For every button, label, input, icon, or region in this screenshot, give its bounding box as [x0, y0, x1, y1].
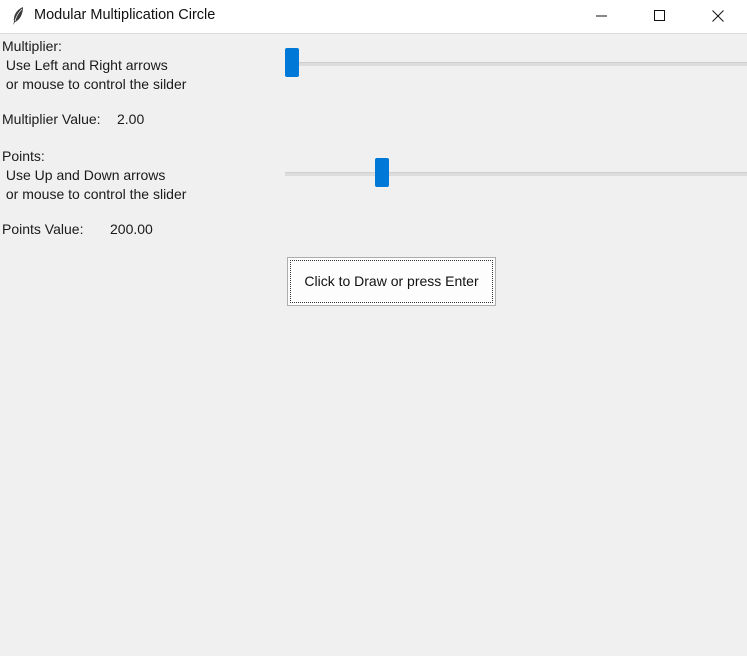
- points-value-label: Points Value:: [2, 221, 84, 237]
- close-icon: [712, 10, 724, 22]
- draw-button-label: Click to Draw or press Enter: [304, 273, 479, 289]
- multiplier-value: 2.00: [117, 111, 145, 127]
- points-slider-trough[interactable]: [285, 172, 747, 176]
- close-button[interactable]: [695, 0, 741, 33]
- minimize-button[interactable]: [579, 0, 625, 33]
- feather-icon: [10, 6, 26, 26]
- multiplier-label: Multiplier: Use Left and Right arrows or…: [2, 38, 187, 92]
- points-label: Points: Use Up and Down arrows or mouse …: [2, 148, 187, 202]
- points-value-row: Points Value: 200.00: [2, 221, 153, 237]
- draw-button[interactable]: Click to Draw or press Enter: [287, 257, 496, 306]
- multiplier-value-row: Multiplier Value: 2.00: [2, 111, 144, 127]
- points-slider[interactable]: [285, 158, 747, 188]
- points-value: 200.00: [110, 221, 153, 237]
- points-slider-thumb[interactable]: [375, 158, 389, 187]
- window-title: Modular Multiplication Circle: [34, 7, 216, 23]
- multiplier-slider[interactable]: [285, 48, 747, 78]
- minimize-icon: [596, 15, 607, 17]
- maximize-button[interactable]: [637, 0, 683, 33]
- maximize-icon: [654, 10, 665, 21]
- multiplier-value-label: Multiplier Value:: [2, 111, 101, 127]
- title-bar[interactable]: Modular Multiplication Circle: [0, 0, 747, 34]
- multiplier-slider-trough[interactable]: [285, 62, 747, 66]
- app-window: Modular Multiplication Circle Multiplier…: [0, 0, 747, 656]
- multiplier-slider-thumb[interactable]: [285, 48, 299, 77]
